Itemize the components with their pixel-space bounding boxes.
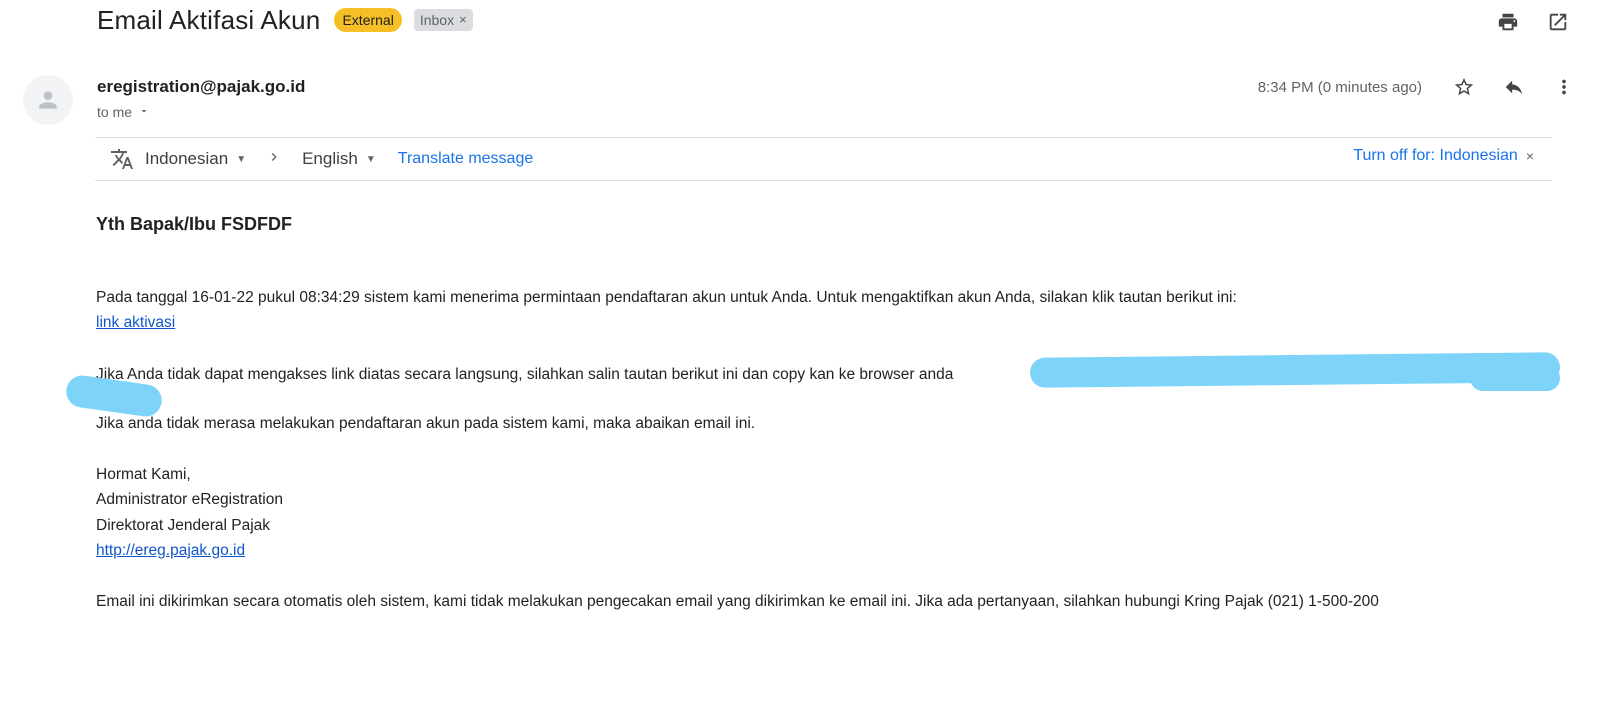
- signature-line-1: Hormat Kami,: [96, 466, 191, 483]
- reply-icon[interactable]: [1500, 73, 1528, 101]
- turn-off-translation[interactable]: Turn off for: Indonesian ×: [1353, 147, 1534, 165]
- body-paragraph-3: Jika anda tidak merasa melakukan pendaft…: [96, 415, 756, 432]
- footer-notice: Email ini dikirimkan secara otomatis ole…: [96, 593, 1379, 610]
- email-greeting: Yth Bapak/Ibu FSDFDF: [96, 214, 293, 234]
- recipient-line: to me: [97, 104, 150, 120]
- translate-icon: [109, 146, 135, 172]
- chevron-down-icon: ▼: [365, 153, 376, 165]
- signature-website-link[interactable]: http://ereg.pajak.go.id: [96, 542, 245, 559]
- body-paragraph-2: Jika Anda tidak dapat mengakses link dia…: [96, 366, 954, 383]
- close-icon[interactable]: ×: [1526, 148, 1534, 164]
- subject-row: Email Aktifasi Akun External Inbox ×: [97, 2, 473, 38]
- chevron-down-icon[interactable]: [138, 104, 150, 120]
- inbox-label-text: Inbox: [419, 12, 455, 28]
- translate-message-link[interactable]: Translate message: [398, 150, 533, 168]
- remove-label-button[interactable]: ×: [459, 11, 467, 29]
- open-in-new-window-icon[interactable]: [1544, 8, 1572, 36]
- to-me-label: to me: [97, 104, 133, 120]
- email-view: Email Aktifasi Akun External Inbox × ere…: [0, 0, 1600, 713]
- redaction-mark: [1470, 365, 1560, 391]
- translate-bar: Indonesian ▼ English ▼ Translate message…: [95, 137, 1552, 181]
- avatar-icon[interactable]: [23, 75, 73, 125]
- inbox-label[interactable]: Inbox ×: [413, 9, 473, 31]
- signature-line-3: Direktorat Jenderal Pajak: [96, 517, 271, 534]
- source-language-select[interactable]: Indonesian ▼: [145, 149, 246, 169]
- message-timestamp: 8:34 PM (0 minutes ago): [1257, 78, 1422, 96]
- target-language: English: [302, 149, 358, 168]
- message-actions: 8:34 PM (0 minutes ago): [1258, 72, 1578, 102]
- email-subject: Email Aktifasi Akun: [97, 4, 321, 35]
- more-vert-icon[interactable]: [1550, 73, 1578, 101]
- external-label: External: [334, 8, 402, 32]
- chevron-right-icon: [266, 148, 282, 171]
- print-icon[interactable]: [1494, 8, 1522, 36]
- activation-link[interactable]: link aktivasi: [96, 314, 175, 331]
- sender-email[interactable]: eregistration@pajak.go.id: [97, 77, 305, 97]
- target-language-select[interactable]: English ▼: [302, 149, 376, 169]
- chevron-down-icon: ▼: [236, 153, 247, 165]
- body-paragraph-1: Pada tanggal 16-01-22 pukul 08:34:29 sis…: [96, 289, 1237, 306]
- star-icon[interactable]: [1450, 73, 1478, 101]
- signature-line-2: Administrator eRegistration: [96, 491, 283, 508]
- top-actions: [1494, 8, 1572, 36]
- source-language: Indonesian: [145, 149, 229, 168]
- turn-off-label: Turn off for: Indonesian: [1353, 147, 1518, 164]
